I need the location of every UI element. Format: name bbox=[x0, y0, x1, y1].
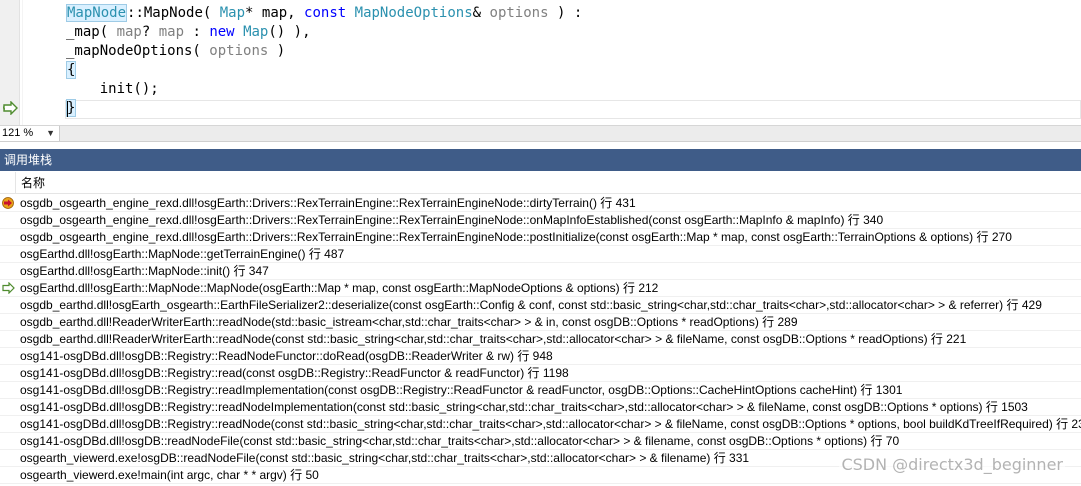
stack-frame-text: osgEarthd.dll!osgEarth::MapNode::init() … bbox=[20, 264, 269, 278]
selection-margin bbox=[22, 0, 23, 125]
stack-frame-text: osgearth_viewerd.exe!main(int argc, char… bbox=[20, 468, 319, 482]
code-token: options bbox=[489, 5, 549, 21]
code-token: _map( bbox=[66, 24, 117, 40]
stack-frame-text: osg141-osgDBd.dll!osgDB::Registry::readN… bbox=[20, 417, 1081, 431]
code-token: Map bbox=[219, 5, 246, 21]
stack-frame-text: osg141-osgDBd.dll!osgDB::Registry::readN… bbox=[20, 400, 1028, 414]
stack-frame-row[interactable]: osg141-osgDBd.dll!osgDB::Registry::readI… bbox=[0, 382, 1081, 399]
stack-frame-row[interactable]: osg141-osgDBd.dll!osgDB::readNodeFile(co… bbox=[0, 433, 1081, 450]
stack-frame-text: osgearth_viewerd.exe!osgDB::readNodeFile… bbox=[20, 451, 750, 465]
code-line[interactable]: _map( map? map : new Map() ), bbox=[66, 23, 311, 42]
code-token: MapNodeOptions bbox=[354, 5, 473, 21]
watermark: CSDN @directx3d_beginner bbox=[839, 455, 1065, 474]
stack-frame-text: osgdb_osgearth_engine_rexd.dll!osgEarth:… bbox=[20, 213, 884, 227]
code-line[interactable]: MapNode::MapNode( Map* map, const MapNod… bbox=[66, 4, 582, 23]
current-line-highlight bbox=[65, 100, 1081, 119]
stack-frame-row[interactable]: osgdb_osgearth_engine_rexd.dll!osgEarth:… bbox=[0, 195, 1081, 212]
code-token: MapNode bbox=[66, 4, 128, 22]
text-cursor bbox=[67, 101, 68, 117]
stack-frame-row[interactable]: osg141-osgDBd.dll!osgDB::Registry::readN… bbox=[0, 416, 1081, 433]
stack-frame-text: osg141-osgDBd.dll!osgDB::Registry::readI… bbox=[20, 383, 903, 397]
stack-frame-row[interactable]: osgEarthd.dll!osgEarth::MapNode::init() … bbox=[0, 263, 1081, 280]
stack-frame-row[interactable]: osgdb_earthd.dll!ReaderWriterEarth::read… bbox=[0, 314, 1081, 331]
callstack-panel-title[interactable]: 调用堆栈 bbox=[0, 149, 1081, 171]
code-token: () ), bbox=[268, 24, 311, 40]
code-token: ::MapNode( bbox=[127, 5, 220, 21]
code-token: ) : bbox=[548, 5, 583, 21]
return-frame-icon bbox=[2, 282, 15, 294]
stack-frame-row[interactable]: osgdb_osgearth_engine_rexd.dll!osgEarth:… bbox=[0, 212, 1081, 229]
stack-frame-row[interactable]: osgEarthd.dll!osgEarth::MapNode::MapNode… bbox=[0, 280, 1081, 297]
code-token: ? bbox=[141, 24, 159, 40]
code-token: new bbox=[209, 24, 235, 40]
code-line[interactable]: _mapNodeOptions( options ) bbox=[66, 42, 285, 61]
code-token: : bbox=[184, 24, 210, 40]
code-token: map bbox=[116, 24, 142, 40]
code-token: _mapNodeOptions( bbox=[66, 43, 210, 59]
code-token: map bbox=[158, 24, 185, 40]
stack-frame-row[interactable]: osgdb_earthd.dll!ReaderWriterEarth::read… bbox=[0, 331, 1081, 348]
callstack-title-label: 调用堆栈 bbox=[4, 153, 53, 167]
code-line[interactable]: { bbox=[66, 61, 77, 80]
stack-frame-text: osgdb_osgearth_engine_rexd.dll!osgEarth:… bbox=[20, 196, 636, 210]
code-token: ) bbox=[268, 43, 286, 59]
stack-frame-text: osg141-osgDBd.dll!osgDB::Registry::ReadN… bbox=[20, 349, 553, 363]
column-header-name[interactable]: 名称 bbox=[21, 172, 45, 194]
stack-frame-row[interactable]: osgdb_earthd.dll!osgEarth_osgearth::Eart… bbox=[0, 297, 1081, 314]
stack-frame-text: osg141-osgDBd.dll!osgDB::Registry::read(… bbox=[20, 366, 569, 380]
stack-frame-text: osgdb_osgearth_engine_rexd.dll!osgEarth:… bbox=[20, 230, 1012, 244]
callstack-list[interactable]: osgdb_osgearth_engine_rexd.dll!osgEarth:… bbox=[0, 195, 1081, 484]
stack-frame-row[interactable]: osg141-osgDBd.dll!osgDB::Registry::read(… bbox=[0, 365, 1081, 382]
stack-frame-row[interactable]: osgdb_osgearth_engine_rexd.dll!osgEarth:… bbox=[0, 229, 1081, 246]
zoom-level: 121 % bbox=[2, 127, 34, 139]
code-token: options bbox=[209, 43, 269, 59]
stack-frame-text: osg141-osgDBd.dll!osgDB::readNodeFile(co… bbox=[20, 434, 900, 448]
code-token: const bbox=[304, 5, 347, 21]
stack-frame-text: osgdb_earthd.dll!osgEarth_osgearth::Eart… bbox=[20, 298, 1042, 312]
chevron-down-icon[interactable]: ▼ bbox=[46, 126, 55, 141]
current-frame-icon bbox=[2, 197, 14, 209]
zoom-combobox[interactable]: 121 % ▼ bbox=[0, 126, 60, 141]
stack-frame-row[interactable]: osg141-osgDBd.dll!osgDB::Registry::ReadN… bbox=[0, 348, 1081, 365]
stack-frame-row[interactable]: osg141-osgDBd.dll!osgDB::Registry::readN… bbox=[0, 399, 1081, 416]
stack-frame-text: osgdb_earthd.dll!ReaderWriterEarth::read… bbox=[20, 315, 798, 329]
code-token: * map, bbox=[245, 5, 305, 21]
stack-frame-text: osgdb_earthd.dll!ReaderWriterEarth::read… bbox=[20, 332, 967, 346]
code-line[interactable]: init(); bbox=[66, 80, 159, 99]
code-token: init(); bbox=[66, 81, 159, 97]
stack-frame-text: osgEarthd.dll!osgEarth::MapNode::getTerr… bbox=[20, 247, 345, 261]
stack-frame-text: osgEarthd.dll!osgEarth::MapNode::MapNode… bbox=[20, 281, 659, 295]
column-header-row: 名称 bbox=[0, 172, 1081, 194]
icon-column-header bbox=[0, 172, 16, 194]
code-token: { bbox=[66, 61, 77, 79]
code-token: Map bbox=[243, 24, 269, 40]
editor-status-bar: 121 % ▼ bbox=[0, 125, 1081, 142]
return-point-arrow-icon bbox=[3, 101, 18, 115]
stack-frame-row[interactable]: osgEarthd.dll!osgEarth::MapNode::getTerr… bbox=[0, 246, 1081, 263]
code-editor[interactable]: MapNode::MapNode( Map* map, const MapNod… bbox=[0, 0, 1081, 125]
code-token: & bbox=[472, 5, 490, 21]
